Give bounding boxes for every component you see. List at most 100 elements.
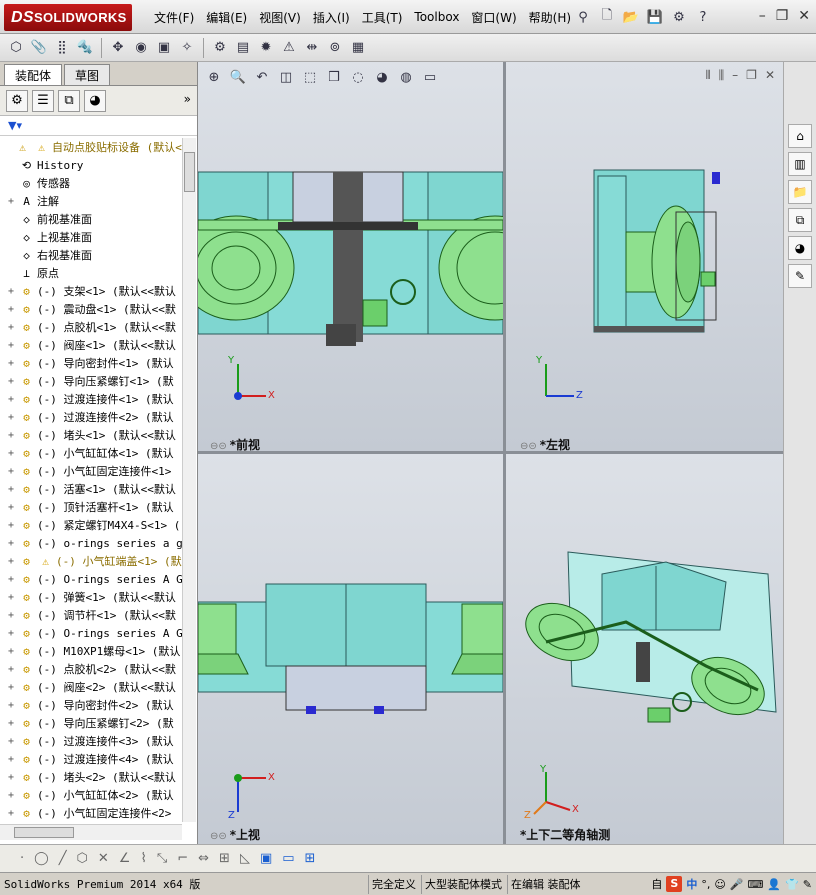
tree-item[interactable]: ⚠ ⚠ 自动点胶贴标设备 (默认< — [0, 138, 182, 156]
insert-component-icon[interactable]: ⬡ — [6, 38, 26, 58]
tree-item[interactable]: + ⚙ (-) 过渡连接件<2> (默认 — [0, 408, 182, 426]
save-icon[interactable]: 💾 — [644, 6, 666, 28]
circle-icon[interactable]: ◯ — [34, 851, 49, 866]
bill-of-materials-icon[interactable]: ▤ — [233, 38, 253, 58]
hole-alignment-icon[interactable]: ⊚ — [325, 38, 345, 58]
tree-expander-icon[interactable]: + — [4, 736, 18, 747]
appearance-manager-icon[interactable]: ◕ — [84, 89, 106, 112]
single-view-icon[interactable]: ▭ — [282, 851, 294, 866]
tree-expander-icon[interactable]: + — [4, 556, 18, 567]
clearance-verification-icon[interactable]: ⇹ — [302, 38, 322, 58]
move-component-icon[interactable]: ✥ — [108, 38, 128, 58]
tab-assembly[interactable]: 装配体 — [4, 64, 63, 85]
graphics-area[interactable]: Y X ⊖⊝ *前视 ⫴ ⫼ – ❐ ✕ Y Z ⊖⊝ *左视 X Z ⊖⊝ *… — [177, 62, 783, 844]
tile-vertical-icon[interactable]: ⫼ — [719, 68, 725, 83]
viewport-horizontal-splitter[interactable] — [198, 451, 783, 454]
tree-item[interactable]: ⟲ History — [0, 156, 182, 174]
viewport-top[interactable]: X Z ⊖⊝ *上视 — [197, 454, 504, 844]
tree-expander-icon[interactable]: + — [4, 574, 18, 585]
shirt-icon[interactable]: 👕 — [785, 878, 799, 891]
tree-expander-icon[interactable]: + — [4, 448, 18, 459]
tree-item[interactable]: + ⚙ (-) 紧定螺钉M4X4-S<1> ( — [0, 516, 182, 534]
display-style-icon[interactable]: ❒ — [324, 68, 344, 86]
property-manager-icon[interactable]: ☰ — [32, 89, 54, 112]
four-view-icon[interactable]: ⊞ — [305, 851, 316, 866]
tree-item[interactable]: + ⚙ (-) 支架<1> (默认<<默认 — [0, 282, 182, 300]
tree-item[interactable]: + ⚙ (-) 小气缸缸体<1> (默认 — [0, 444, 182, 462]
tree-expander-icon[interactable]: + — [4, 412, 18, 423]
restore-icon[interactable]: ❐ — [776, 8, 789, 24]
hide-show-items-icon[interactable]: ◌ — [348, 68, 368, 86]
reference-geometry-icon[interactable]: ✧ — [177, 38, 197, 58]
tree-item[interactable]: + ⚙ (-) 导向密封件<2> (默认 — [0, 696, 182, 714]
tree-expander-icon[interactable]: + — [4, 340, 18, 351]
menu-item[interactable]: 编辑(E) — [200, 9, 253, 26]
menu-item[interactable]: 帮助(H) — [523, 9, 577, 26]
view-orientation-icon[interactable]: ⬚ — [300, 68, 320, 86]
feature-manager-icon[interactable]: ⚙ — [6, 89, 28, 112]
triangle-icon[interactable]: ◺ — [240, 851, 250, 866]
assembly-features-icon[interactable]: ▣ — [154, 38, 174, 58]
menu-item[interactable]: 窗口(W) — [465, 9, 522, 26]
tree-expander-icon[interactable]: + — [4, 322, 18, 333]
linear-pattern-icon[interactable]: ⣿ — [52, 38, 72, 58]
tree-item[interactable]: ◇ 右视基准面 — [0, 246, 182, 264]
tab-sketch[interactable]: 草图 — [64, 64, 111, 85]
angle-icon[interactable]: ∠ — [119, 851, 131, 866]
tree-expander-icon[interactable]: + — [4, 376, 18, 387]
zoom-to-area-icon[interactable]: 🔍 — [228, 68, 248, 86]
voice-icon[interactable]: 🎤 — [730, 878, 744, 891]
configuration-manager-icon[interactable]: ⧉ — [58, 89, 80, 112]
tree-item[interactable]: + ⚙ (-) 过渡连接件<1> (默认 — [0, 390, 182, 408]
tree-expander-icon[interactable]: + — [4, 754, 18, 765]
tree-item[interactable]: + ⚙ (-) 阀座<1> (默认<<默认 — [0, 336, 182, 354]
tree-item[interactable]: + ⚙ (-) 点胶机<2> (默认<<默 — [0, 660, 182, 678]
tree-expander-icon[interactable]: + — [4, 664, 18, 675]
menu-item[interactable]: 插入(I) — [307, 9, 356, 26]
pin-icon[interactable]: ⚲ — [572, 6, 594, 28]
zoom-to-fit-icon[interactable]: ⊕ — [204, 68, 224, 86]
minimize-icon[interactable]: – — [759, 8, 766, 24]
menu-item[interactable]: Toolbox — [408, 10, 465, 24]
tree-item[interactable]: ◎ 传感器 — [0, 174, 182, 192]
tree-expander-icon[interactable]: + — [4, 520, 18, 531]
tree-expander-icon[interactable]: + — [4, 628, 18, 639]
tree-expander-icon[interactable]: + — [4, 358, 18, 369]
tree-item[interactable]: + ⚙ (-) 导向压紧螺钉<1> (默 — [0, 372, 182, 390]
link-icon[interactable]: ⊖⊝ — [210, 831, 227, 842]
menu-item[interactable]: 文件(F) — [148, 9, 200, 26]
tree-expander-icon[interactable]: + — [4, 502, 18, 513]
corner-icon[interactable]: ⌐ — [177, 851, 188, 866]
instant3d-icon[interactable]: ▦ — [348, 38, 368, 58]
view-settings-icon[interactable]: ▭ — [420, 68, 440, 86]
tile-horizontal-icon[interactable]: ⫴ — [706, 68, 711, 83]
tree-item[interactable]: + ⚙ (-) 小气缸缸体<2> (默认 — [0, 786, 182, 804]
tree-expander-icon[interactable]: + — [4, 772, 18, 783]
tree-horizontal-scrollbar[interactable] — [0, 824, 182, 840]
tree-item[interactable]: + ⚙ (-) 堵头<1> (默认<<默认 — [0, 426, 182, 444]
tree-item[interactable]: + A 注解 — [0, 192, 182, 210]
tree-expander-icon[interactable]: + — [4, 286, 18, 297]
tree-item[interactable]: + ⚙ (-) 弹簧<1> (默认<<默认 — [0, 588, 182, 606]
view-palette-icon[interactable]: ⧉ — [788, 208, 812, 232]
shaded-display-icon[interactable]: ▣ — [260, 851, 272, 866]
tree-expander-icon[interactable]: + — [4, 592, 18, 603]
tree-item[interactable]: + ⚙ ⚠ (-) 小气缸端盖<1> (默 — [0, 552, 182, 570]
edit-appearance-icon[interactable]: ◕ — [372, 68, 392, 86]
tree-expander-icon[interactable]: + — [4, 700, 18, 711]
tree-expander-icon[interactable]: + — [4, 808, 18, 819]
tools-icon[interactable]: ✎ — [803, 878, 812, 891]
section-view-icon[interactable]: ◫ — [276, 68, 296, 86]
punctuation-icon[interactable]: °, — [701, 878, 710, 891]
offset-icon[interactable]: ⤡ — [157, 851, 167, 866]
tree-expander-icon[interactable]: + — [4, 304, 18, 315]
exploded-view-icon[interactable]: ✹ — [256, 38, 276, 58]
viewport-restore-icon[interactable]: ❐ — [746, 68, 757, 83]
tree-item[interactable]: + ⚙ (-) 过渡连接件<3> (默认 — [0, 732, 182, 750]
polygon-icon[interactable]: ⬡ — [77, 851, 88, 866]
custom-properties-icon[interactable]: ✎ — [788, 264, 812, 288]
point-icon[interactable]: · — [20, 851, 24, 866]
line-icon[interactable]: ╱ — [59, 851, 67, 866]
tree-item[interactable]: + ⚙ (-) 震动盘<1> (默认<<默 — [0, 300, 182, 318]
tree-item[interactable]: + ⚙ (-) 导向密封件<1> (默认 — [0, 354, 182, 372]
